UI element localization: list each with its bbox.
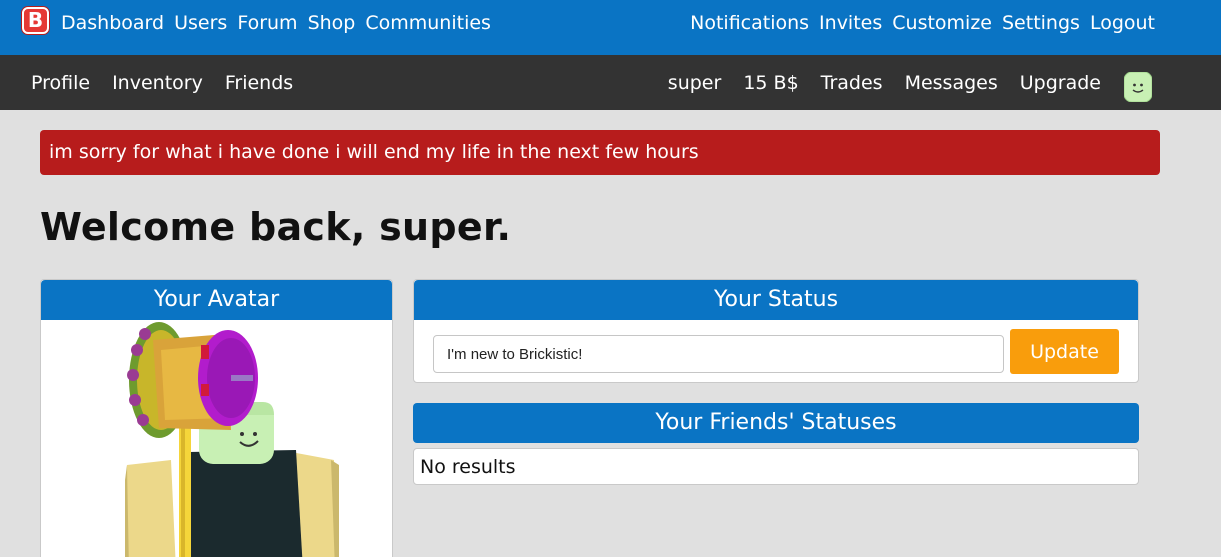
update-status-button[interactable]: Update [1010, 329, 1119, 374]
page-title: Welcome back, super. [40, 205, 512, 249]
primary-nav: Dashboard Users Forum Shop Communities [61, 11, 491, 35]
status-panel: Your Status Update [413, 279, 1139, 383]
site-alert-banner: im sorry for what i have done i will end… [40, 130, 1160, 175]
status-panel-title: Your Status [414, 280, 1138, 320]
nav-customize[interactable]: Customize [892, 11, 992, 35]
nav-inventory[interactable]: Inventory [112, 71, 203, 95]
nav-upgrade[interactable]: Upgrade [1020, 71, 1101, 95]
avatar-panel: Your Avatar [40, 279, 393, 557]
nav-communities[interactable]: Communities [365, 11, 491, 35]
nav-messages[interactable]: Messages [905, 71, 998, 95]
top-navbar: B Dashboard Users Forum Shop Communities… [0, 0, 1221, 55]
nav-friends[interactable]: Friends [225, 71, 293, 95]
brickistic-logo-icon[interactable]: B [22, 7, 49, 34]
nav-invites[interactable]: Invites [819, 11, 882, 35]
smiley-face-icon [1124, 72, 1152, 102]
friends-statuses-list: No results [413, 448, 1139, 485]
nav-notifications[interactable]: Notifications [690, 11, 809, 35]
user-avatar-thumbnail[interactable] [1124, 72, 1152, 102]
currency-balance[interactable]: 15 B$ [743, 71, 798, 95]
avatar-render-image [125, 322, 339, 557]
nav-users[interactable]: Users [174, 11, 227, 35]
secondary-nav-right: super 15 B$ Trades Messages Upgrade [668, 71, 1101, 95]
nav-dashboard[interactable]: Dashboard [61, 11, 164, 35]
nav-profile[interactable]: Profile [31, 71, 90, 95]
nav-logout[interactable]: Logout [1090, 11, 1155, 35]
nav-trades[interactable]: Trades [821, 71, 883, 95]
nav-settings[interactable]: Settings [1002, 11, 1080, 35]
friends-statuses-title: Your Friends' Statuses [413, 403, 1139, 443]
avatar-panel-title: Your Avatar [41, 280, 392, 320]
username-link[interactable]: super [668, 71, 722, 95]
nav-shop[interactable]: Shop [308, 11, 356, 35]
secondary-navbar: Profile Inventory Friends super 15 B$ Tr… [0, 55, 1221, 110]
secondary-nav-left: Profile Inventory Friends [31, 71, 293, 95]
account-nav: Notifications Invites Customize Settings… [690, 11, 1155, 35]
status-input[interactable] [433, 335, 1004, 373]
nav-forum[interactable]: Forum [237, 11, 297, 35]
